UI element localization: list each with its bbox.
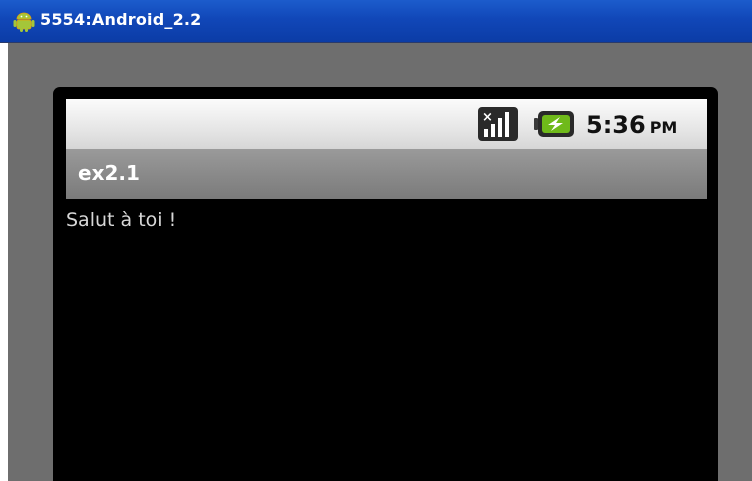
window-title: 5554:Android_2.2: [40, 10, 202, 29]
no-signal-icon: ×: [478, 107, 518, 141]
device-screen[interactable]: × 5:36 PM ex2.1 Salut à toi !: [66, 99, 707, 481]
hello-text: Salut à toi !: [66, 209, 177, 231]
window-titlebar[interactable]: 5554:Android_2.2: [0, 0, 752, 43]
svg-text:×: ×: [482, 110, 493, 125]
clock-time: 5:36: [586, 111, 646, 139]
clock-ampm: PM: [649, 118, 678, 137]
app-title-bar: ex2.1: [66, 149, 707, 199]
battery-charging-icon: [534, 111, 574, 137]
status-clock: 5:36 PM: [586, 112, 677, 141]
android-icon: [13, 12, 35, 32]
app-title: ex2.1: [78, 161, 140, 185]
status-bar[interactable]: × 5:36 PM: [66, 99, 707, 149]
